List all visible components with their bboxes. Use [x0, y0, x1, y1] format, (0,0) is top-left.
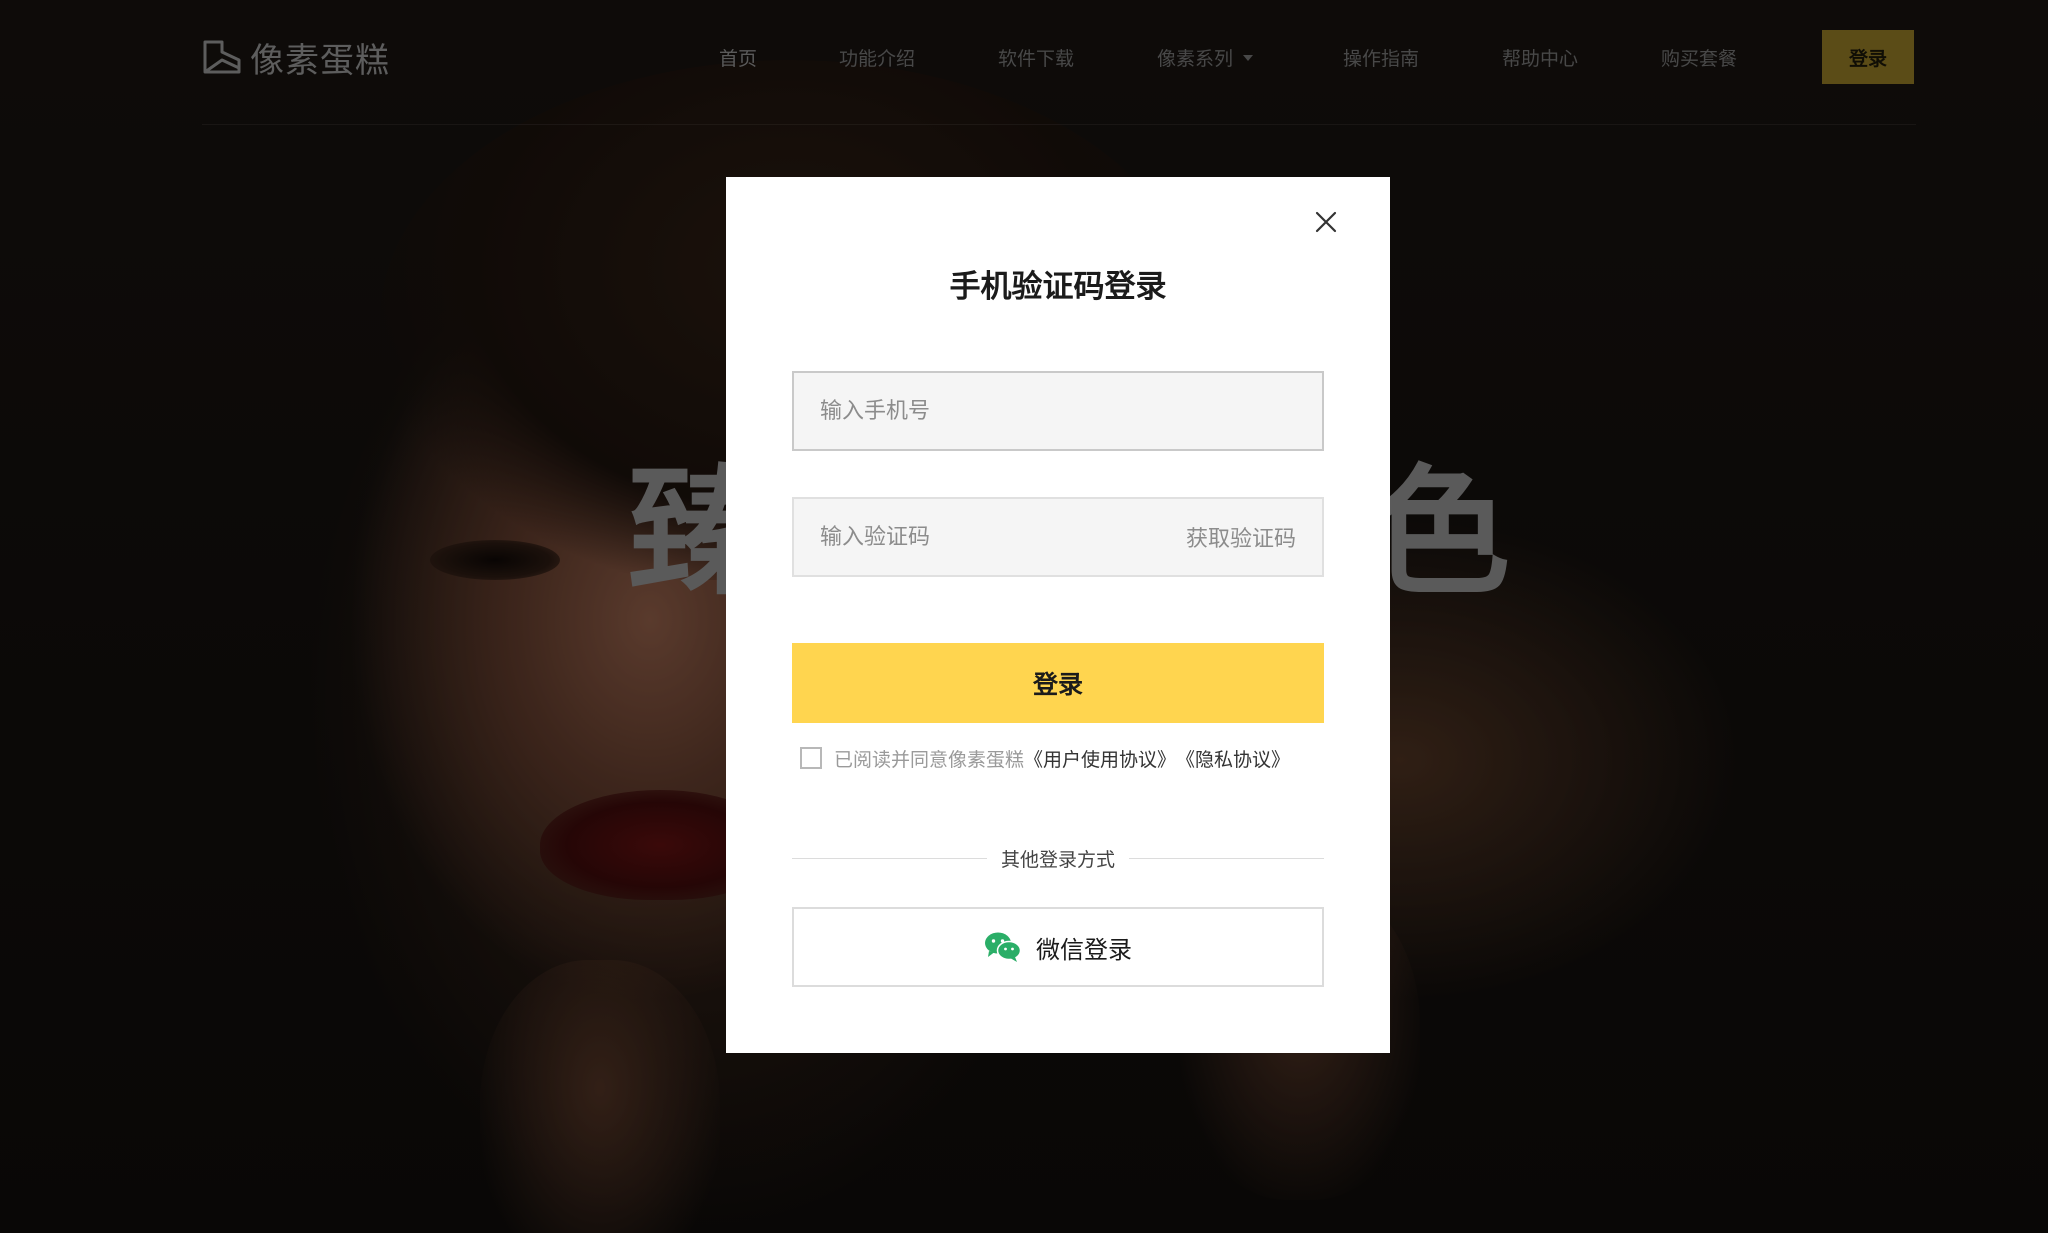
close-icon[interactable] [1311, 207, 1341, 237]
agreement-row: 已阅读并同意像素蛋糕 《用户使用协议》 《隐私协议》 [800, 743, 1290, 773]
modal-title: 手机验证码登录 [949, 269, 1167, 305]
divider-line-left [792, 857, 987, 859]
user-agreement-link[interactable]: 《用户使用协议》 [1024, 745, 1176, 772]
code-field: 获取验证码 [792, 497, 1324, 577]
phone-input[interactable] [820, 398, 1296, 424]
phone-field [792, 371, 1324, 451]
wechat-login-button[interactable]: 微信登录 [792, 907, 1324, 987]
wechat-icon [985, 932, 1022, 962]
get-code-button[interactable]: 获取验证码 [1186, 521, 1296, 553]
other-methods-label: 其他登录方式 [1001, 848, 1116, 871]
privacy-agreement-link[interactable]: 《隐私协议》 [1176, 745, 1290, 772]
other-methods-divider: 其他登录方式 [792, 843, 1325, 873]
agreement-checkbox[interactable] [800, 747, 822, 769]
login-submit-button[interactable]: 登录 [792, 643, 1324, 723]
divider-line-right [1129, 857, 1325, 859]
agreement-text: 已阅读并同意像素蛋糕 [834, 748, 1025, 771]
login-modal: 手机验证码登录 获取验证码 登录 已阅读并同意像素蛋糕 《用户使用协议》 《隐私… [726, 177, 1390, 1053]
wechat-login-label: 微信登录 [1036, 935, 1132, 964]
verification-code-input[interactable] [820, 524, 1186, 550]
